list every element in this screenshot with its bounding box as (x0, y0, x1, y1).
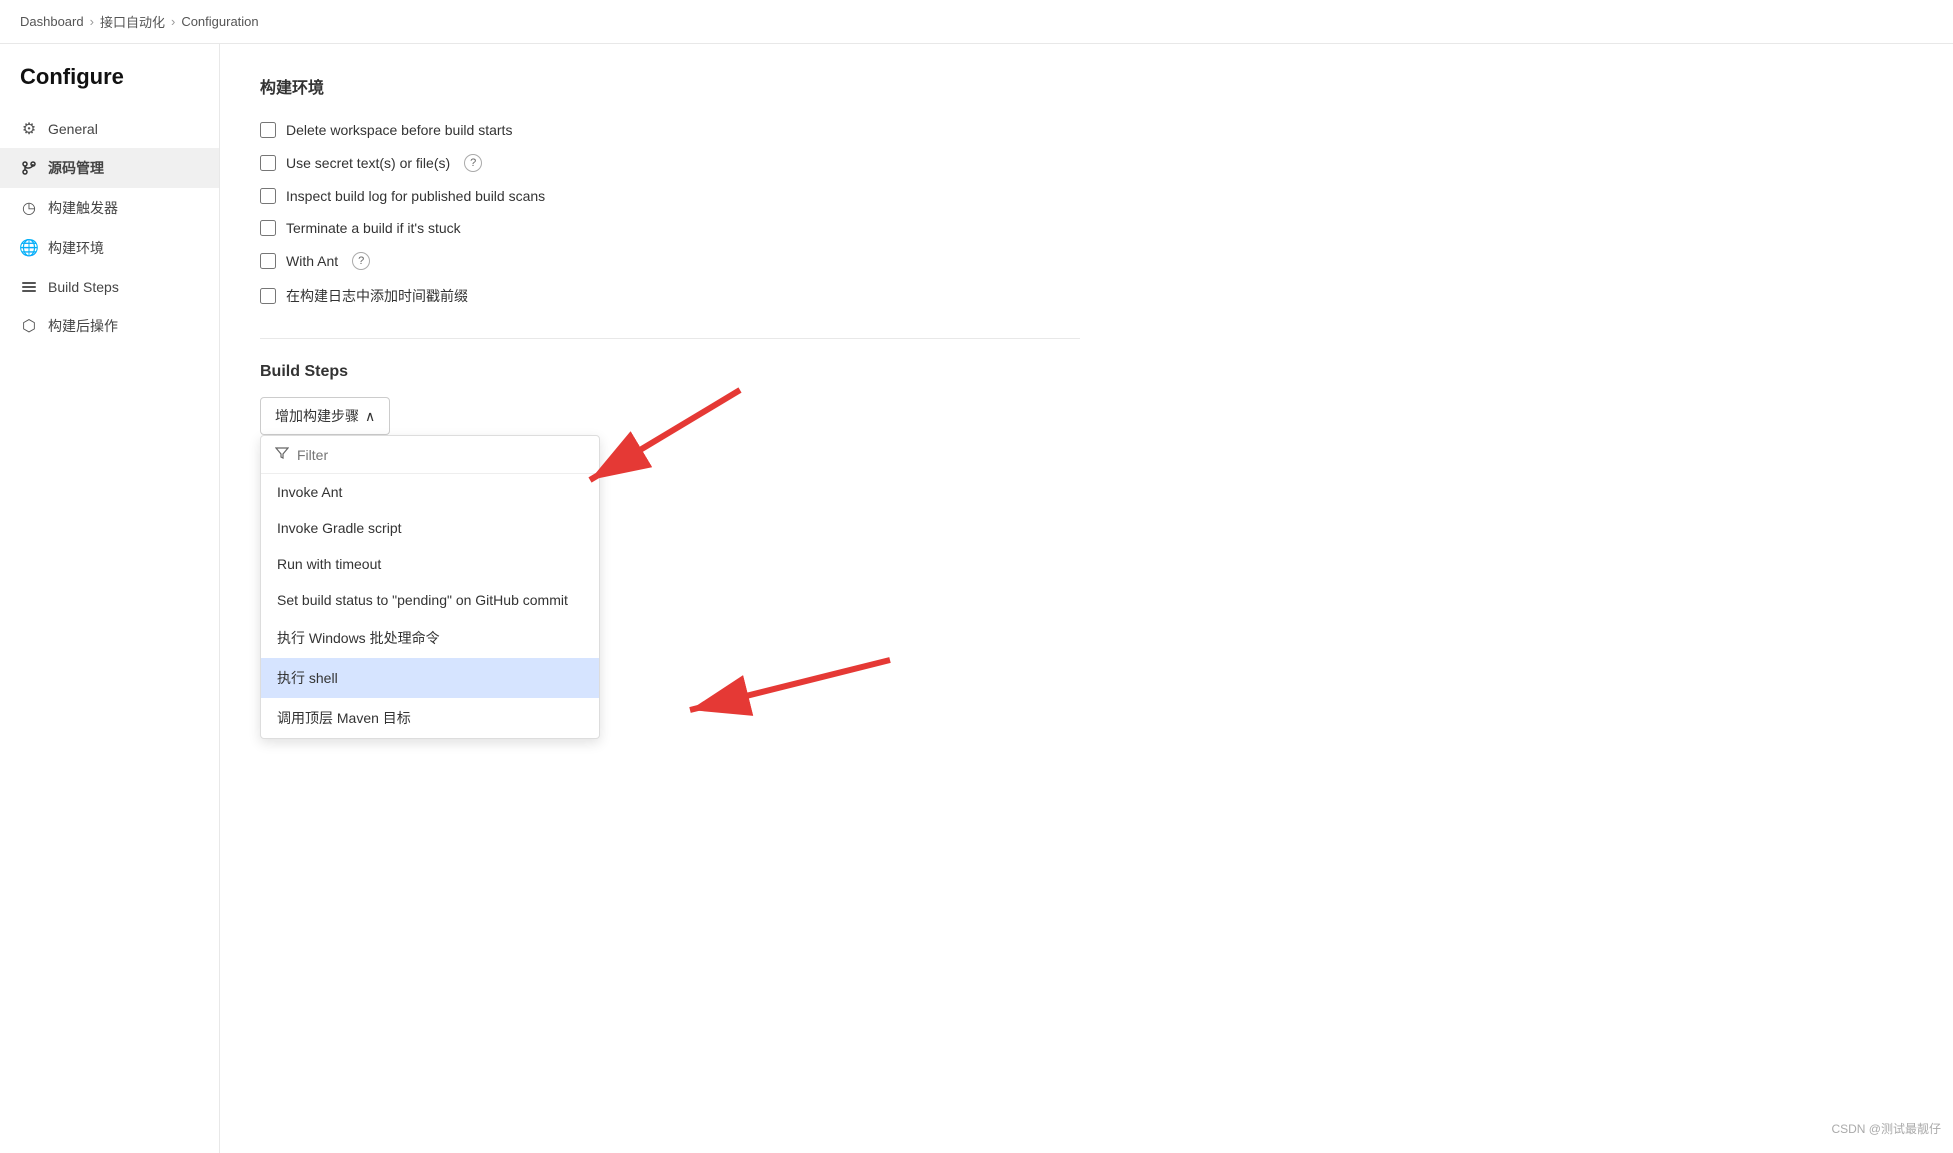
sidebar-item-env-label: 构建环境 (48, 238, 104, 258)
dropdown-item-invoke-maven[interactable]: 调用顶层 Maven 目标 (261, 698, 599, 738)
dropdown-filter-input[interactable] (297, 447, 585, 463)
dropdown-item-exec-windows[interactable]: 执行 Windows 批处理命令 (261, 618, 599, 658)
delete-workspace-checkbox[interactable] (260, 122, 276, 138)
breadcrumb-configuration: Configuration (181, 14, 258, 29)
sidebar-item-trigger[interactable]: ◷ 构建触发器 (0, 188, 219, 228)
use-secret-help-icon[interactable]: ? (464, 154, 482, 172)
sidebar-item-buildsteps[interactable]: Build Steps (0, 268, 219, 306)
build-steps-section: Build Steps 增加构建步骤 ∧ (260, 363, 1080, 435)
section-divider (260, 338, 1080, 339)
sidebar-item-source[interactable]: 源码管理 (0, 148, 219, 188)
with-ant-label[interactable]: With Ant (286, 253, 338, 269)
terminate-stuck-checkbox[interactable] (260, 220, 276, 236)
sidebar: Configure ⚙ General 源码管理 ◷ 构建触发器 (0, 44, 220, 1153)
sidebar-item-trigger-label: 构建触发器 (48, 198, 118, 218)
cube-icon: ⬡ (20, 317, 38, 335)
gear-icon: ⚙ (20, 120, 38, 138)
watermark: CSDN @测试最靓仔 (1831, 1120, 1941, 1137)
branch-icon (20, 159, 38, 177)
use-secret-label[interactable]: Use secret text(s) or file(s) (286, 155, 450, 171)
dropdown-item-run-timeout[interactable]: Run with timeout (261, 546, 599, 582)
dropdown-item-exec-shell[interactable]: 执行 shell (261, 658, 599, 698)
add-step-label: 增加构建步骤 (275, 406, 359, 426)
timestamp-checkbox[interactable] (260, 288, 276, 304)
sidebar-item-env[interactable]: 🌐 构建环境 (0, 228, 219, 268)
chevron-up-icon: ∧ (365, 408, 375, 425)
build-steps-title: Build Steps (260, 363, 1080, 381)
with-ant-help-icon[interactable]: ? (352, 252, 370, 270)
build-env-section: 构建环境 Delete workspace before build start… (260, 74, 1080, 314)
with-ant-checkbox[interactable] (260, 253, 276, 269)
use-secret-checkbox[interactable] (260, 155, 276, 171)
checkbox-timestamp: 在构建日志中添加时间戳前缀 (260, 278, 1080, 314)
sidebar-item-post[interactable]: ⬡ 构建后操作 (0, 306, 219, 346)
breadcrumb-sep-1: › (90, 14, 94, 29)
breadcrumb-sep-2: › (171, 14, 175, 29)
sidebar-item-buildsteps-label: Build Steps (48, 279, 119, 295)
checkbox-delete-workspace: Delete workspace before build starts (260, 114, 1080, 146)
add-step-button[interactable]: 增加构建步骤 ∧ (260, 397, 390, 435)
timestamp-label[interactable]: 在构建日志中添加时间戳前缀 (286, 286, 468, 306)
clock-icon: ◷ (20, 199, 38, 217)
inspect-log-checkbox[interactable] (260, 188, 276, 204)
inspect-log-label[interactable]: Inspect build log for published build sc… (286, 188, 545, 204)
add-step-dropdown-menu: Invoke Ant Invoke Gradle script Run with… (260, 435, 600, 739)
terminate-stuck-label[interactable]: Terminate a build if it's stuck (286, 220, 461, 236)
sidebar-title: Configure (0, 64, 219, 110)
dropdown-item-invoke-ant[interactable]: Invoke Ant (261, 474, 599, 510)
delete-workspace-label[interactable]: Delete workspace before build starts (286, 122, 512, 138)
checkbox-with-ant: With Ant ? (260, 244, 1080, 278)
checkbox-terminate-stuck: Terminate a build if it's stuck (260, 212, 1080, 244)
dropdown-filter-row (261, 436, 599, 474)
main-content: 构建环境 Delete workspace before build start… (220, 44, 1120, 1153)
dropdown-item-set-build-status[interactable]: Set build status to "pending" on GitHub … (261, 582, 599, 618)
breadcrumb-api-automation[interactable]: 接口自动化 (100, 12, 165, 31)
filter-icon (275, 446, 289, 463)
sidebar-item-general-label: General (48, 121, 98, 137)
breadcrumb: Dashboard › 接口自动化 › Configuration (0, 0, 1953, 44)
sidebar-item-general[interactable]: ⚙ General (0, 110, 219, 148)
checkbox-inspect-log: Inspect build log for published build sc… (260, 180, 1080, 212)
breadcrumb-dashboard[interactable]: Dashboard (20, 14, 84, 29)
globe-icon: 🌐 (20, 239, 38, 257)
add-step-dropdown-container: 增加构建步骤 ∧ (260, 397, 390, 435)
sidebar-item-source-label: 源码管理 (48, 158, 104, 178)
build-env-title: 构建环境 (260, 74, 1080, 98)
sidebar-item-post-label: 构建后操作 (48, 316, 118, 336)
checkbox-use-secret: Use secret text(s) or file(s) ? (260, 146, 1080, 180)
dropdown-item-invoke-gradle[interactable]: Invoke Gradle script (261, 510, 599, 546)
list-icon (20, 278, 38, 296)
